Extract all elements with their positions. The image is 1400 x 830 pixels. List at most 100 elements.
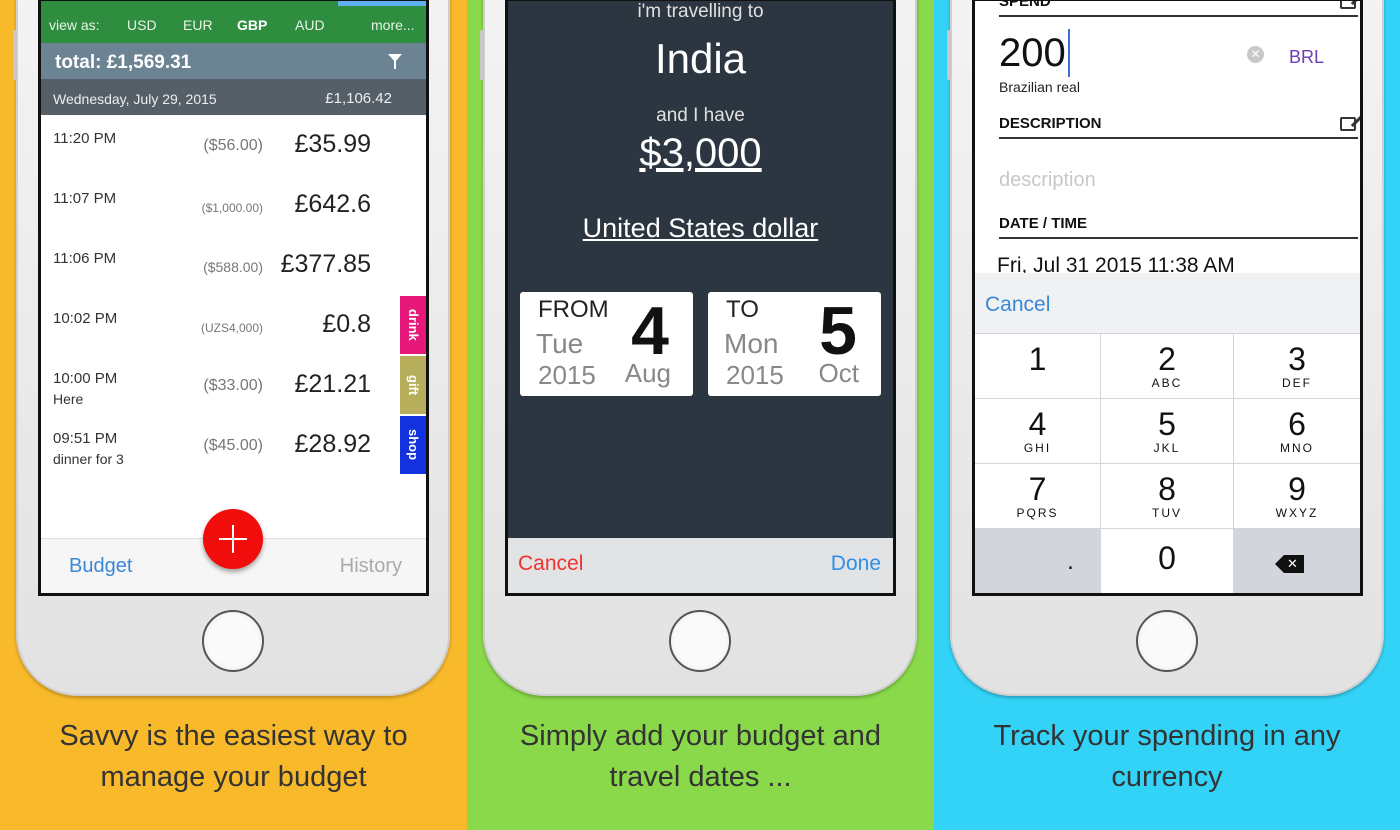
transaction-time: 09:51 PM (53, 430, 118, 447)
key-7[interactable]: 7 PQRS (975, 464, 1100, 528)
spend-amount-input[interactable]: 200 (999, 31, 1066, 76)
tag-shop[interactable]: shop (400, 416, 426, 474)
currency-option-usd[interactable]: USD (127, 17, 157, 33)
key-3[interactable]: 3 DEF (1234, 334, 1360, 398)
from-weekday: Tue (536, 328, 584, 359)
transaction-original-amount: ($588.00) (203, 259, 263, 275)
phone-screen-add-expense: SPEND 200 ✕ BRL Brazilian real DESCRIPTI… (972, 0, 1363, 596)
currency-code-button[interactable]: BRL (1289, 47, 1324, 68)
description-label: DESCRIPTION (999, 115, 1102, 132)
transaction-row[interactable]: 11:06 PM ($588.00) £377.85 (41, 235, 426, 295)
caption: Savvy is the easiest way to manage your … (0, 716, 467, 798)
caption-line: currency (1111, 761, 1223, 793)
transaction-original-amount: ($1,000.00) (201, 201, 263, 215)
key-letters: MNO (1280, 441, 1314, 455)
currency-link[interactable]: United States dollar (508, 213, 893, 244)
add-expense-button[interactable] (203, 509, 263, 569)
backspace-icon (1275, 555, 1304, 573)
trip-setup-view: i'm travelling to India and I have $3,00… (508, 1, 893, 593)
transaction-time: 11:20 PM (53, 130, 117, 147)
to-weekday: Mon (724, 328, 779, 359)
phone-screen-trip-setup: i'm travelling to India and I have $3,00… (505, 0, 896, 596)
transaction-original-amount: ($33.00) (203, 377, 263, 394)
transaction-row[interactable]: 11:20 PM ($56.00) £35.99 (41, 115, 426, 175)
edit-icon[interactable] (1340, 1, 1356, 9)
tab-history[interactable]: History (340, 555, 402, 578)
day-header-amount: £1,106.42 (325, 90, 392, 107)
to-date-card[interactable]: TO Mon 2015 5 Oct (708, 292, 881, 396)
text-cursor (1068, 29, 1070, 77)
key-letters: JKL (1153, 441, 1181, 455)
currency-option-eur[interactable]: EUR (183, 17, 213, 33)
transaction-row[interactable]: 09:51 PM dinner for 3 ($45.00) £28.92 sh… (41, 415, 426, 475)
total-bar: total: £1,569.31 (41, 43, 426, 79)
key-digit: 4 (1028, 406, 1047, 442)
key-digit: 7 (1028, 471, 1047, 507)
caption-line: Simply add your budget and (519, 720, 882, 752)
key-digit: . (1067, 548, 1074, 575)
done-button[interactable]: Done (831, 552, 881, 576)
transaction-row[interactable]: 10:02 PM (UZS4,000) £0.8 drink (41, 295, 426, 355)
key-6[interactable]: 6 MNO (1234, 399, 1360, 463)
promo-panel-budget: view as: USD EUR GBP AUD more... total: … (0, 0, 467, 830)
transaction-amount: £642.6 (294, 190, 371, 218)
description-input[interactable]: description (999, 169, 1096, 192)
tag-gift[interactable]: gift (400, 356, 426, 414)
key-2[interactable]: 2 ABC (1101, 334, 1233, 398)
keypad-cancel-button[interactable]: Cancel (985, 293, 1050, 317)
destination-value[interactable]: India (508, 35, 893, 83)
key-digit: 6 (1288, 406, 1306, 442)
promo-panel-currency: SPEND 200 ✕ BRL Brazilian real DESCRIPTI… (934, 0, 1400, 830)
budget-amount-link[interactable]: $3,000 (508, 131, 893, 176)
transaction-amount: £28.92 (294, 430, 371, 458)
tag-drink[interactable]: drink (400, 296, 426, 354)
from-label: FROM (538, 296, 609, 323)
tab-budget[interactable]: Budget (69, 555, 132, 578)
key-5[interactable]: 5 JKL (1101, 399, 1233, 463)
currency-option-aud[interactable]: AUD (295, 17, 325, 33)
key-letters: GHI (1023, 441, 1052, 455)
key-8[interactable]: 8 TUV (1101, 464, 1233, 528)
promo-panel-travel: i'm travelling to India and I have $3,00… (467, 0, 934, 830)
caption-line: travel dates ... (609, 761, 792, 793)
progress-highlight (338, 1, 426, 6)
transaction-amount: £21.21 (294, 370, 371, 398)
to-label: TO (726, 296, 759, 323)
key-letters: ABC (1151, 376, 1183, 390)
caption-line: Track your spending in any (993, 720, 1341, 752)
datetime-section-header: DATE / TIME (999, 215, 1358, 239)
key-4[interactable]: 4 GHI (975, 399, 1100, 463)
currency-view-bar: view as: USD EUR GBP AUD more... (41, 1, 426, 43)
phone-side-button (947, 30, 951, 80)
transaction-amount: £377.85 (280, 250, 371, 278)
transaction-note: Here (53, 391, 84, 407)
transaction-amount: £0.8 (322, 310, 371, 338)
filter-icon[interactable] (388, 54, 402, 69)
currency-more-link[interactable]: more... (371, 17, 415, 33)
transaction-time: 11:07 PM (53, 190, 117, 207)
transaction-row[interactable]: 10:00 PM Here ($33.00) £21.21 gift (41, 355, 426, 415)
key-digit: 1 (1028, 341, 1047, 377)
key-9[interactable]: 9 WXYZ (1234, 464, 1360, 528)
transaction-amount: £35.99 (294, 130, 371, 158)
key-decimal[interactable]: . (975, 529, 1100, 593)
datetime-label: DATE / TIME (999, 215, 1088, 232)
transaction-note: dinner for 3 (53, 451, 124, 467)
cancel-button[interactable]: Cancel (518, 552, 583, 576)
clear-icon[interactable]: ✕ (1247, 46, 1264, 63)
currency-option-gbp[interactable]: GBP (237, 17, 267, 33)
to-year: 2015 (726, 360, 784, 390)
transaction-row[interactable]: 11:07 PM ($1,000.00) £642.6 (41, 175, 426, 235)
transaction-original-amount: ($45.00) (203, 437, 263, 454)
key-0[interactable]: 0 (1101, 529, 1233, 593)
backspace-key[interactable] (1234, 529, 1360, 593)
key-letters: DEF (1282, 376, 1312, 390)
phone-frame: view as: USD EUR GBP AUD more... total: … (13, 0, 450, 696)
spend-section-header: SPEND (999, 1, 1358, 17)
key-1[interactable]: 1 (975, 334, 1100, 398)
from-date-card[interactable]: FROM Tue 2015 4 Aug (520, 292, 693, 396)
key-digit: 5 (1158, 406, 1176, 442)
home-button (1136, 610, 1198, 672)
transaction-time: 10:00 PM (53, 370, 118, 387)
edit-icon[interactable] (1340, 117, 1356, 131)
